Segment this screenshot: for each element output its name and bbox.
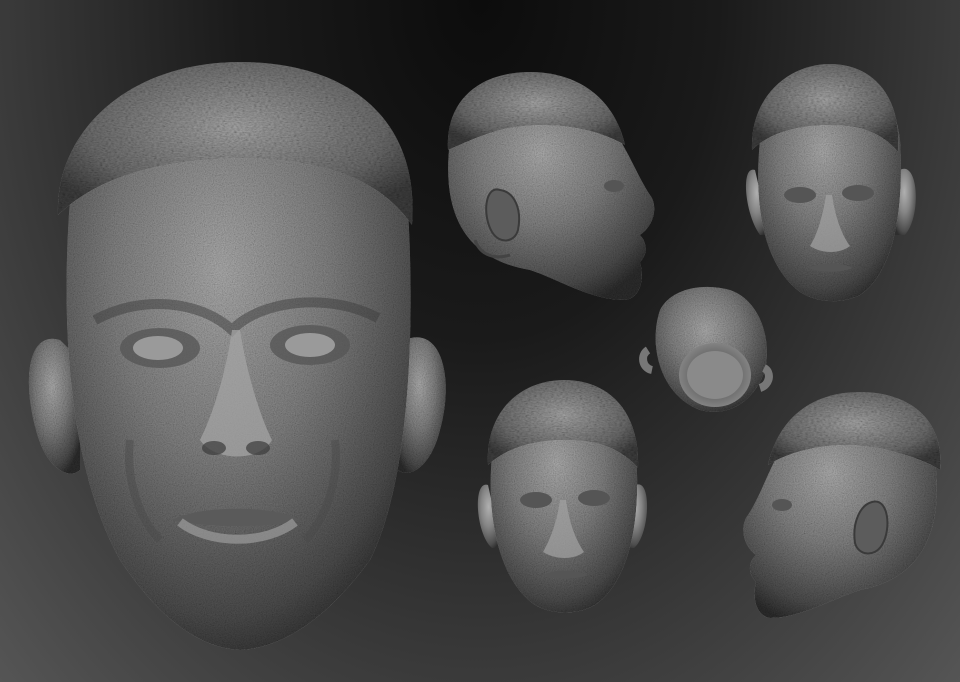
front-large-head [28, 62, 446, 650]
front-small-top-head [745, 64, 916, 302]
front-small-bottom-head [477, 380, 648, 613]
render-canvas [28, 62, 941, 650]
side-left-bottom-head [743, 392, 941, 618]
underside-head [639, 286, 773, 412]
side-right-top-head [447, 72, 655, 300]
sculpt-render-scene [0, 0, 960, 682]
